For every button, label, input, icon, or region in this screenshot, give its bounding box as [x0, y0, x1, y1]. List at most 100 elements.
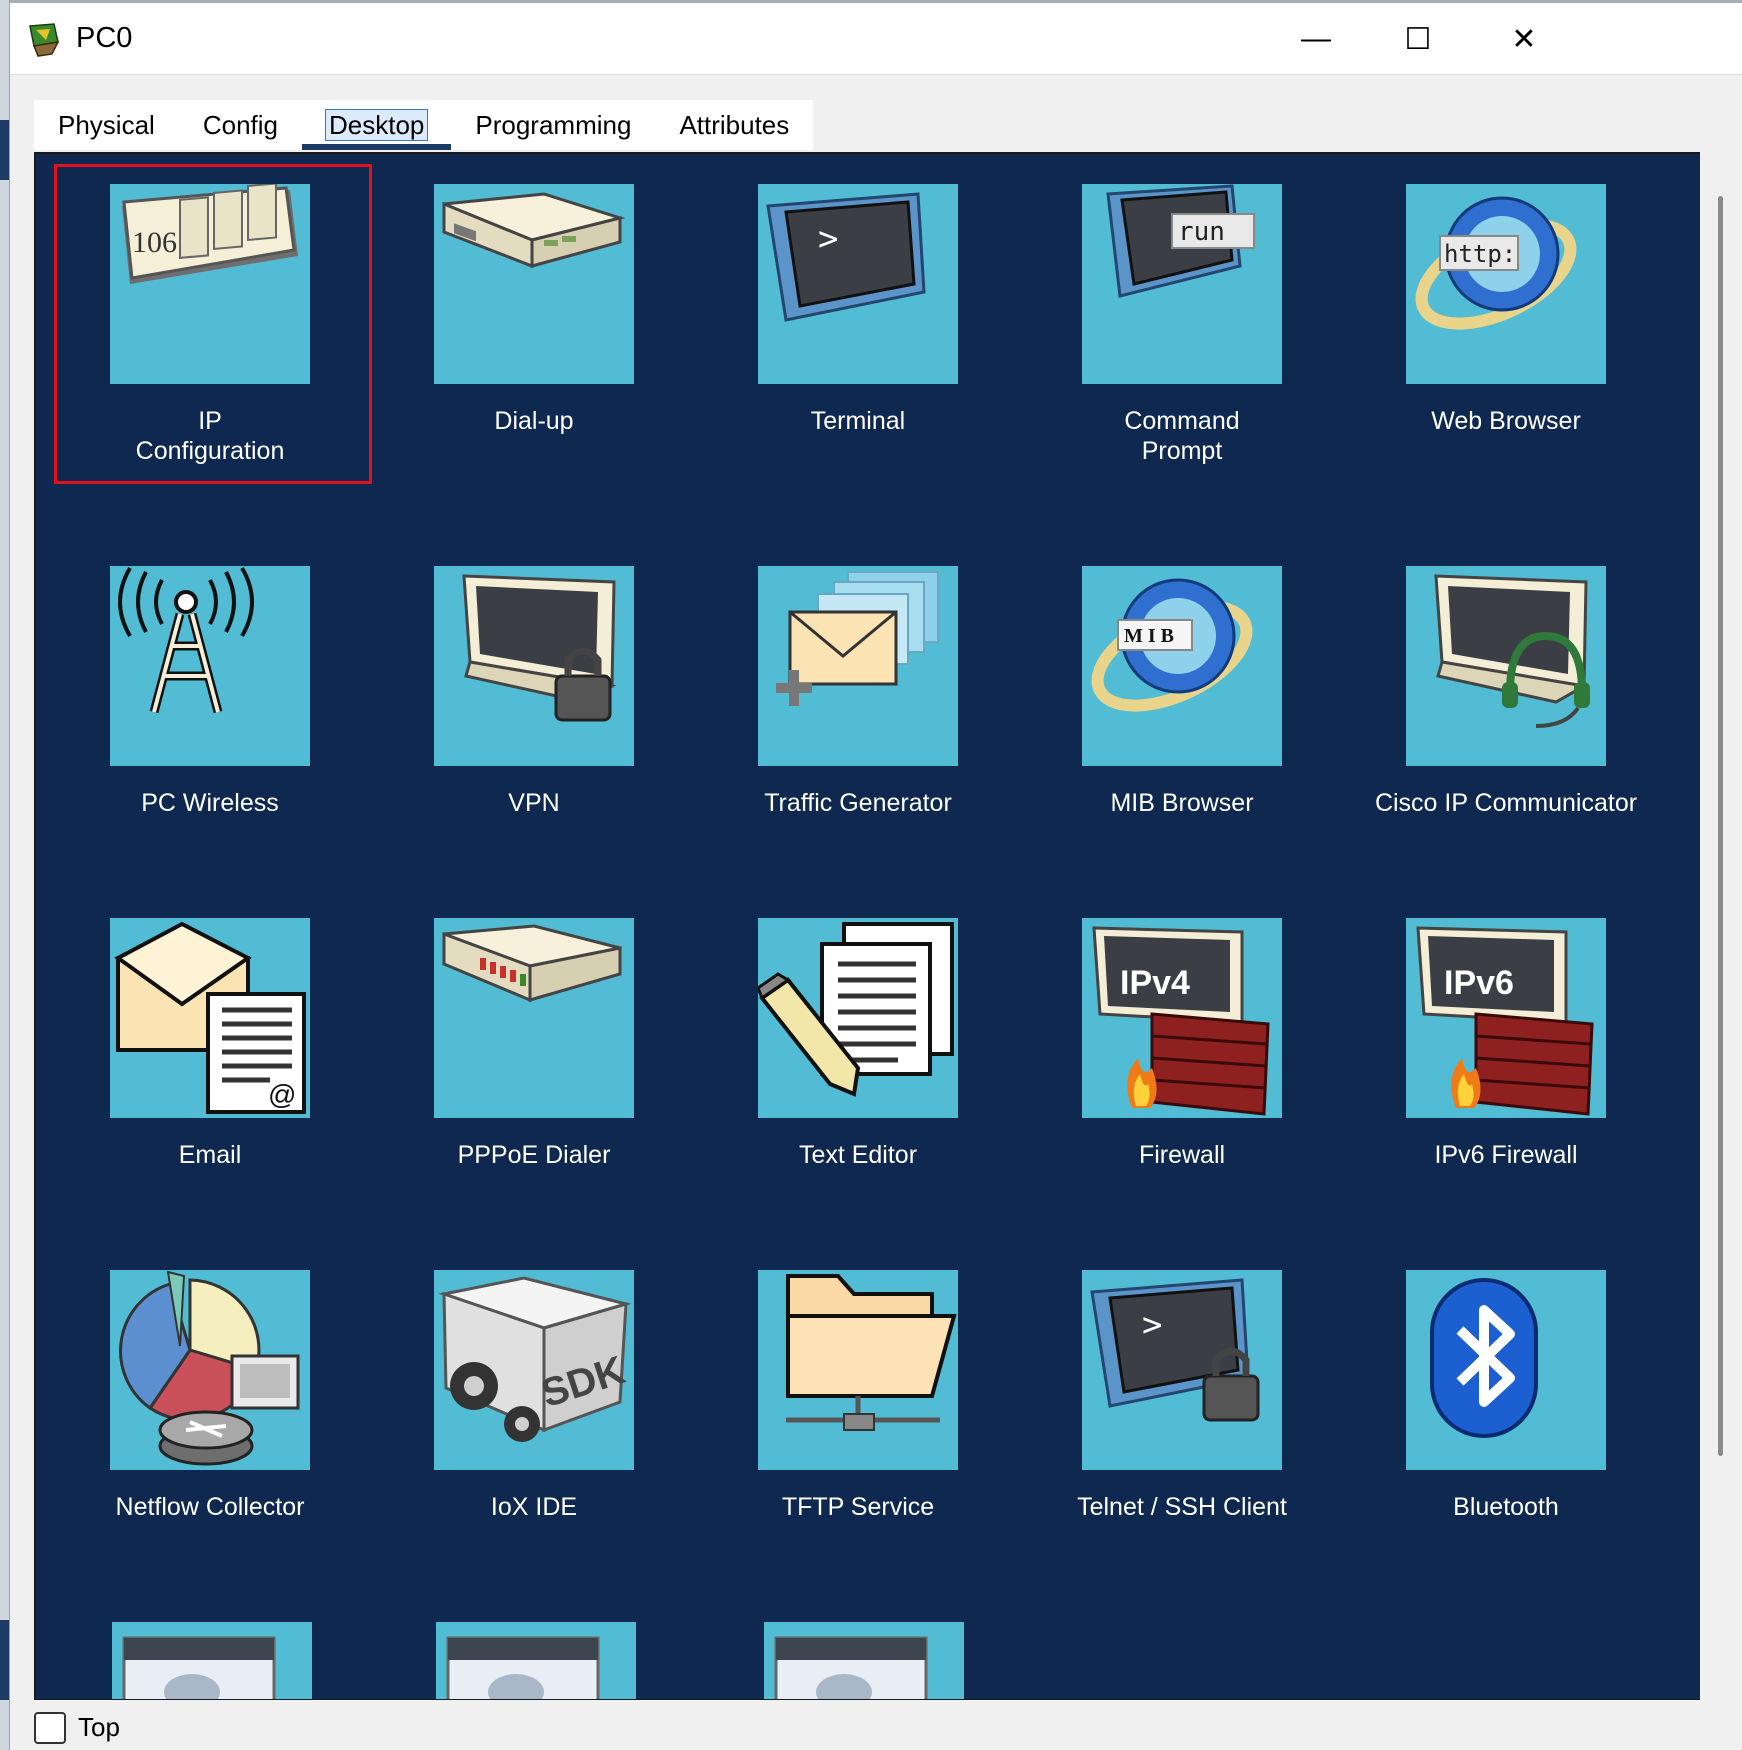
traffic-generator-icon	[758, 566, 958, 766]
app-cisco-ip-communicator[interactable]: Cisco IP Communicator	[1356, 566, 1656, 818]
app-mib-browser[interactable]: M I B MIB Browser	[1032, 566, 1332, 818]
app-label: Terminal	[810, 407, 906, 435]
tab-physical[interactable]: Physical	[34, 100, 179, 150]
ip-configuration-icon: 106	[110, 184, 310, 384]
pc0-window: PC0 — ☐ ✕ Physical Config Desktop Progra…	[10, 4, 1742, 1750]
window-app-icon	[112, 1622, 312, 1699]
app-label: Web Browser	[1431, 407, 1581, 435]
app-command-prompt[interactable]: run Command Prompt	[1032, 184, 1332, 466]
app-email[interactable]: @ Email	[60, 918, 360, 1170]
app-text-editor[interactable]: Text Editor	[708, 918, 1008, 1170]
app-label: Bluetooth	[1453, 1493, 1559, 1521]
app-tftp-service[interactable]: TFTP Service	[708, 1270, 1008, 1522]
window-app-icon	[436, 1622, 636, 1699]
scrollbar-thumb[interactable]	[1718, 196, 1723, 1456]
title-bar: PC0 — ☐ ✕	[10, 4, 1742, 75]
app-label: Firewall	[1138, 1141, 1226, 1169]
minimize-button[interactable]: —	[1266, 14, 1366, 64]
tab-config[interactable]: Config	[179, 100, 302, 150]
netflow-collector-icon	[110, 1270, 310, 1470]
svg-text:http:: http:	[1444, 240, 1516, 268]
mib-browser-icon: M I B	[1082, 566, 1282, 766]
tftp-service-icon	[758, 1270, 958, 1470]
app-partial-3[interactable]	[714, 1622, 1014, 1699]
app-netflow-collector[interactable]: Netflow Collector	[60, 1270, 360, 1522]
app-label: IPv6 Firewall	[1434, 1141, 1578, 1169]
telnet-ssh-client-icon: >	[1082, 1270, 1282, 1470]
close-button[interactable]: ✕	[1474, 14, 1574, 64]
app-label: Cisco IP Communicator	[1374, 789, 1638, 817]
tab-bar: Physical Config Desktop Programming Attr…	[34, 100, 814, 150]
app-ipv6-firewall[interactable]: IPv6 IPv6 Firewall	[1356, 918, 1656, 1170]
app-ip-configuration[interactable]: 106 IP Configuration	[60, 184, 360, 466]
app-label: Prompt	[1141, 437, 1223, 465]
svg-text:106: 106	[132, 226, 177, 259]
app-vpn[interactable]: VPN	[384, 566, 684, 818]
app-label: Telnet / SSH Client	[1077, 1493, 1287, 1521]
screen-top-edge	[0, 0, 1742, 3]
pc-wireless-icon	[110, 566, 310, 766]
app-label: Email	[178, 1141, 242, 1169]
packet-tracer-app-icon	[29, 23, 60, 57]
text-editor-icon	[758, 918, 958, 1118]
tab-label: Desktop	[324, 109, 429, 141]
svg-text:IPv4: IPv4	[1120, 964, 1190, 1002]
tab-programming[interactable]: Programming	[451, 100, 655, 150]
bottom-bar: Top	[10, 1700, 1742, 1750]
dial-up-icon	[434, 184, 634, 384]
top-checkbox[interactable]	[34, 1712, 66, 1744]
app-label: Netflow Collector	[115, 1493, 305, 1521]
tab-label: Physical	[58, 110, 155, 140]
pppoe-dialer-icon	[434, 918, 634, 1118]
vpn-icon	[434, 566, 634, 766]
app-label: MIB Browser	[1110, 789, 1254, 817]
tab-attributes[interactable]: Attributes	[655, 100, 813, 150]
email-icon: @	[110, 918, 310, 1118]
svg-text:run: run	[1178, 217, 1225, 247]
app-partial-2[interactable]	[386, 1622, 686, 1699]
ipv6-firewall-icon: IPv6	[1406, 918, 1606, 1118]
iox-ide-icon: SDK	[434, 1270, 634, 1470]
app-label: TFTP Service	[781, 1493, 935, 1521]
window-title: PC0	[76, 22, 133, 54]
firewall-icon: IPv4	[1082, 918, 1282, 1118]
app-telnet-ssh-client[interactable]: > Telnet / SSH Client	[1032, 1270, 1332, 1522]
app-label: PC Wireless	[141, 789, 279, 817]
cisco-ip-communicator-icon	[1406, 566, 1606, 766]
svg-text:M I B: M I B	[1124, 625, 1174, 647]
app-label: IP	[198, 407, 222, 435]
web-browser-icon: http:	[1406, 184, 1606, 384]
app-label: Dial-up	[494, 407, 574, 435]
terminal-icon: >	[758, 184, 958, 384]
background-window-edge	[0, 0, 10, 1750]
app-iox-ide[interactable]: SDK IoX IDE	[384, 1270, 684, 1522]
app-dial-up[interactable]: Dial-up	[384, 184, 684, 436]
command-prompt-icon: run	[1082, 184, 1282, 384]
app-label: Text Editor	[798, 1141, 918, 1169]
app-terminal[interactable]: > Terminal	[708, 184, 1008, 436]
tab-desktop[interactable]: Desktop	[301, 100, 452, 150]
app-pc-wireless[interactable]: PC Wireless	[60, 566, 360, 818]
maximize-button[interactable]: ☐	[1368, 14, 1468, 64]
svg-text:IPv6: IPv6	[1444, 964, 1514, 1002]
tab-label: Attributes	[679, 110, 790, 140]
window-app-icon	[764, 1622, 964, 1699]
desktop-panel: 106 IP Configuration Dial-up > Terminal …	[34, 152, 1702, 1701]
tab-label: Config	[202, 110, 278, 140]
bluetooth-icon	[1406, 1270, 1606, 1470]
app-label: Command	[1124, 407, 1240, 435]
app-label: PPPoE Dialer	[457, 1141, 611, 1169]
app-partial-1[interactable]	[62, 1622, 362, 1699]
app-label: Configuration	[135, 437, 285, 465]
vertical-scrollbar[interactable]	[1700, 152, 1742, 1700]
app-label: VPN	[508, 789, 560, 817]
app-bluetooth[interactable]: Bluetooth	[1356, 1270, 1656, 1522]
tab-label: Programming	[475, 110, 632, 140]
top-checkbox-label: Top	[78, 1712, 120, 1742]
app-web-browser[interactable]: http: Web Browser	[1356, 184, 1656, 436]
svg-text:>: >	[1142, 1305, 1162, 1345]
app-firewall[interactable]: IPv4 Firewall	[1032, 918, 1332, 1170]
app-traffic-generator[interactable]: Traffic Generator	[708, 566, 1008, 818]
app-pppoe-dialer[interactable]: PPPoE Dialer	[384, 918, 684, 1170]
app-label: Traffic Generator	[764, 789, 952, 817]
